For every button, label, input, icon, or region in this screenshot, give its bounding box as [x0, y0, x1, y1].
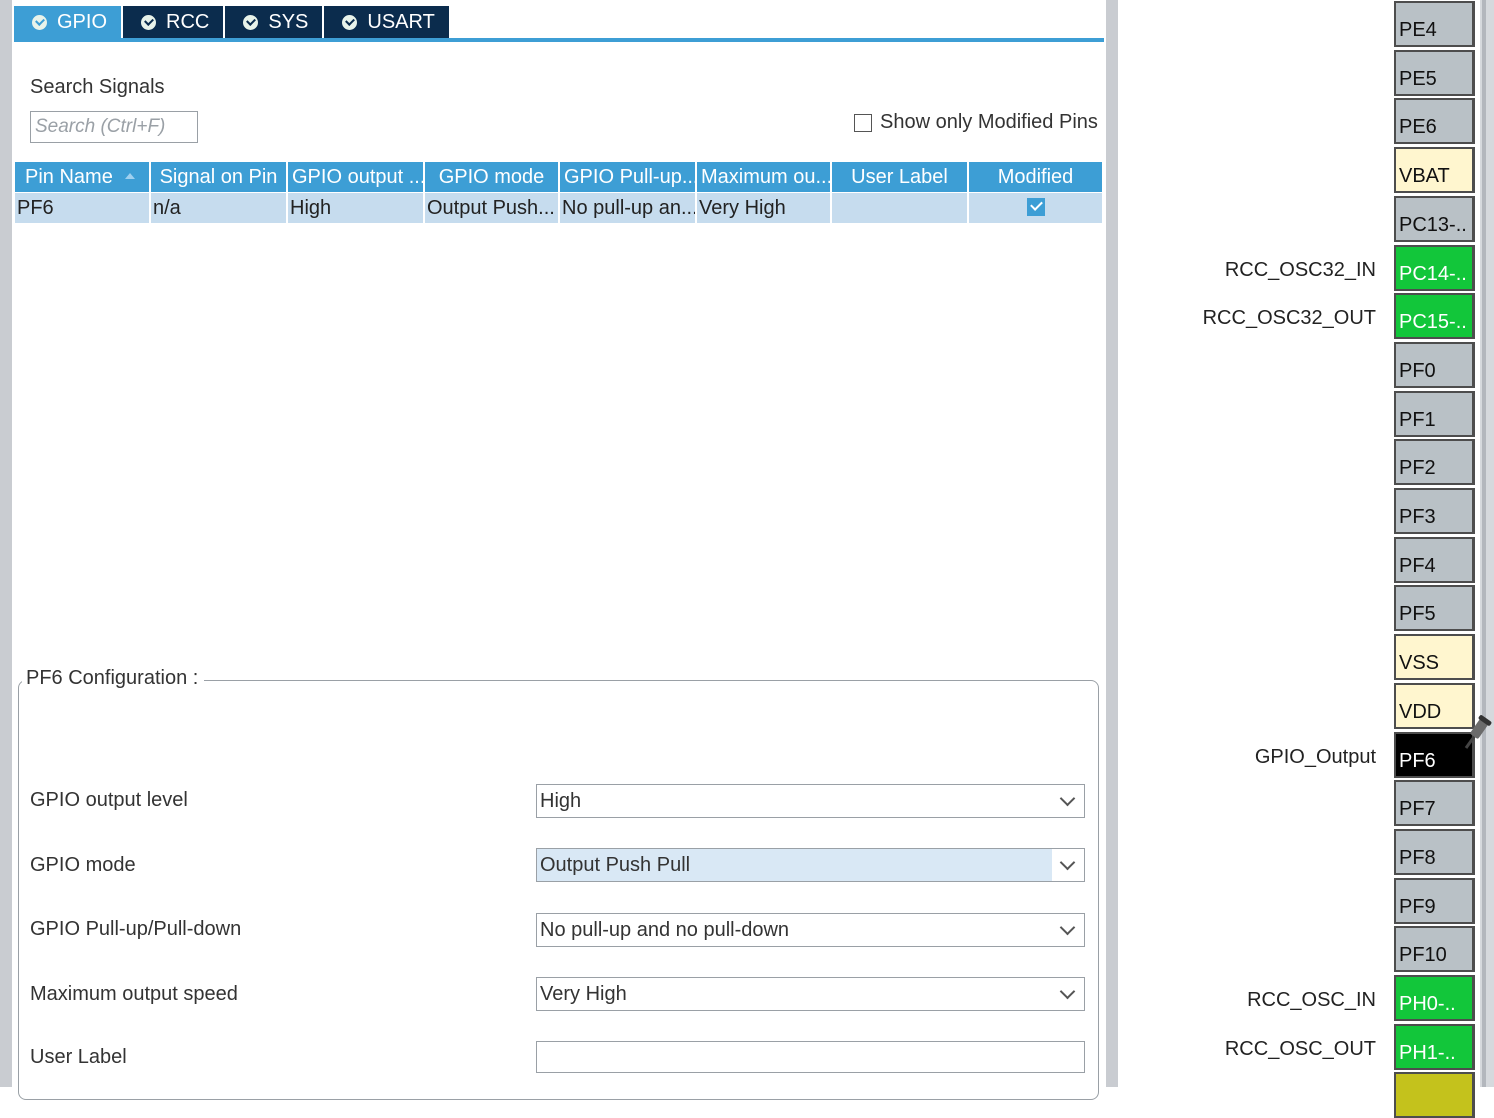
pin-pf10[interactable]: PF10: [1394, 926, 1475, 972]
select-value: Very High: [540, 983, 627, 1005]
sort-icon: [124, 172, 135, 179]
show-modified-pins-toggle[interactable]: Show only Modified Pins: [854, 111, 1098, 134]
select-value: No pull-up and no pull-down: [540, 919, 790, 941]
chevron-down-icon[interactable]: [1052, 978, 1084, 1010]
pin-configuration-group: [18, 680, 1099, 1100]
pin-pc15[interactable]: PC15-..: [1394, 293, 1475, 339]
pin-pe5[interactable]: PE5: [1394, 50, 1475, 96]
max-output-speed-select[interactable]: Very High: [536, 977, 1085, 1011]
pin-pf2[interactable]: PF2: [1394, 439, 1475, 485]
pin-pf7[interactable]: PF7: [1394, 780, 1475, 826]
pin-signal-label: RCC_OSC32_IN: [1224, 259, 1376, 281]
cell-speed: Very High: [697, 193, 832, 223]
table-row[interactable]: PF6 n/a High Output Push... No pull-up a…: [15, 193, 1102, 223]
right-scrollbar[interactable]: [1480, 0, 1494, 1087]
column-header-output[interactable]: GPIO output ...: [288, 162, 425, 192]
pin-pf1[interactable]: PF1: [1394, 391, 1475, 437]
pin-pf8[interactable]: PF8: [1394, 829, 1475, 875]
search-input[interactable]: [30, 111, 198, 143]
pin-ph1[interactable]: PH1-..: [1394, 1024, 1475, 1070]
gpio-mode-select[interactable]: Output Push Pull: [536, 848, 1085, 882]
tab-gpio[interactable]: GPIO: [14, 6, 124, 38]
column-header-pull[interactable]: GPIO Pull-up...: [560, 162, 697, 192]
cell-pin-name: PF6: [15, 193, 151, 223]
cell-modified: [969, 193, 1102, 223]
cell-pull: No pull-up an...: [560, 193, 697, 223]
pin-pe4[interactable]: PE4: [1394, 1, 1475, 47]
cell-mode: Output Push...: [425, 193, 560, 223]
user-label-label: User Label: [30, 1046, 127, 1068]
pin-vbat[interactable]: VBAT: [1394, 147, 1475, 193]
tab-label: SYS: [268, 10, 309, 33]
tab-label: USART: [367, 10, 435, 33]
tab-underline: [14, 38, 1104, 42]
pushpin-icon: [1464, 715, 1492, 749]
gpio-pull-label: GPIO Pull-up/Pull-down: [30, 918, 242, 940]
gpio-mode-label: GPIO mode: [30, 854, 136, 876]
check-circle-icon: [32, 14, 47, 30]
user-label-input[interactable]: [536, 1041, 1085, 1073]
chevron-down-icon[interactable]: [1052, 785, 1084, 817]
pin-pf0[interactable]: PF0: [1394, 342, 1475, 388]
tab-usart[interactable]: USART: [324, 6, 451, 38]
max-output-speed-label: Maximum output speed: [30, 983, 238, 1005]
table-header: Pin Name Signal on Pin GPIO output ... G…: [15, 162, 1102, 192]
pin-pf9[interactable]: PF9: [1394, 878, 1475, 924]
cell-output: High: [288, 193, 425, 223]
pin-pc14[interactable]: PC14-..: [1394, 245, 1475, 291]
column-header-pin-name[interactable]: Pin Name: [15, 162, 151, 192]
pin-pe6[interactable]: PE6: [1394, 98, 1475, 144]
gpio-output-level-select[interactable]: High: [536, 784, 1085, 818]
select-value: High: [540, 790, 582, 812]
pin-table: Pin Name Signal on Pin GPIO output ... G…: [15, 162, 1102, 223]
pin-pf3[interactable]: PF3: [1394, 488, 1475, 534]
checkbox-checked-icon: [1026, 197, 1045, 216]
tab-label: GPIO: [57, 10, 108, 33]
tab-sys[interactable]: SYS: [225, 6, 325, 38]
checkbox-icon[interactable]: [854, 113, 872, 132]
pin-signal-label: RCC_OSC32_OUT: [1202, 307, 1376, 329]
column-header-signal[interactable]: Signal on Pin: [151, 162, 288, 192]
pin-pf5[interactable]: PF5: [1394, 585, 1475, 631]
left-panel-border: [0, 0, 12, 1087]
tab-rcc[interactable]: RCC: [123, 6, 226, 38]
select-value: Output Push Pull: [540, 854, 691, 876]
cell-signal: n/a: [151, 193, 288, 223]
chevron-down-icon[interactable]: [1052, 914, 1084, 946]
pin-unlabeled[interactable]: [1394, 1072, 1475, 1118]
column-header-user-label[interactable]: User Label: [832, 162, 969, 192]
panel-splitter[interactable]: [1106, 0, 1118, 1087]
show-modified-label: Show only Modified Pins: [880, 111, 1098, 133]
gpio-output-level-label: GPIO output level: [30, 789, 188, 811]
column-header-modified[interactable]: Modified: [969, 162, 1102, 192]
category-tabs: GPIO RCC SYS USART: [14, 6, 451, 38]
pin-signal-label: RCC_OSC_OUT: [1224, 1038, 1376, 1060]
column-header-speed[interactable]: Maximum ou...: [697, 162, 832, 192]
column-header-mode[interactable]: GPIO mode: [425, 162, 560, 192]
pin-signal-label: GPIO_Output: [1254, 746, 1376, 768]
gpio-pull-select[interactable]: No pull-up and no pull-down: [536, 913, 1085, 947]
search-signals-label: Search Signals: [30, 76, 165, 98]
pin-ph0[interactable]: PH0-..: [1394, 975, 1475, 1021]
pin-pf4[interactable]: PF4: [1394, 537, 1475, 583]
configuration-title: PF6 Configuration :: [22, 667, 205, 690]
pin-signal-label: RCC_OSC_IN: [1247, 989, 1376, 1011]
check-circle-icon: [342, 14, 358, 30]
check-circle-icon: [243, 14, 259, 30]
tab-label: RCC: [166, 10, 210, 33]
pin-vss[interactable]: VSS: [1394, 634, 1475, 680]
cell-user-label: [832, 193, 969, 223]
check-circle-icon: [141, 14, 157, 30]
chevron-down-icon[interactable]: [1052, 849, 1084, 881]
pin-pc13[interactable]: PC13-..: [1394, 196, 1475, 242]
